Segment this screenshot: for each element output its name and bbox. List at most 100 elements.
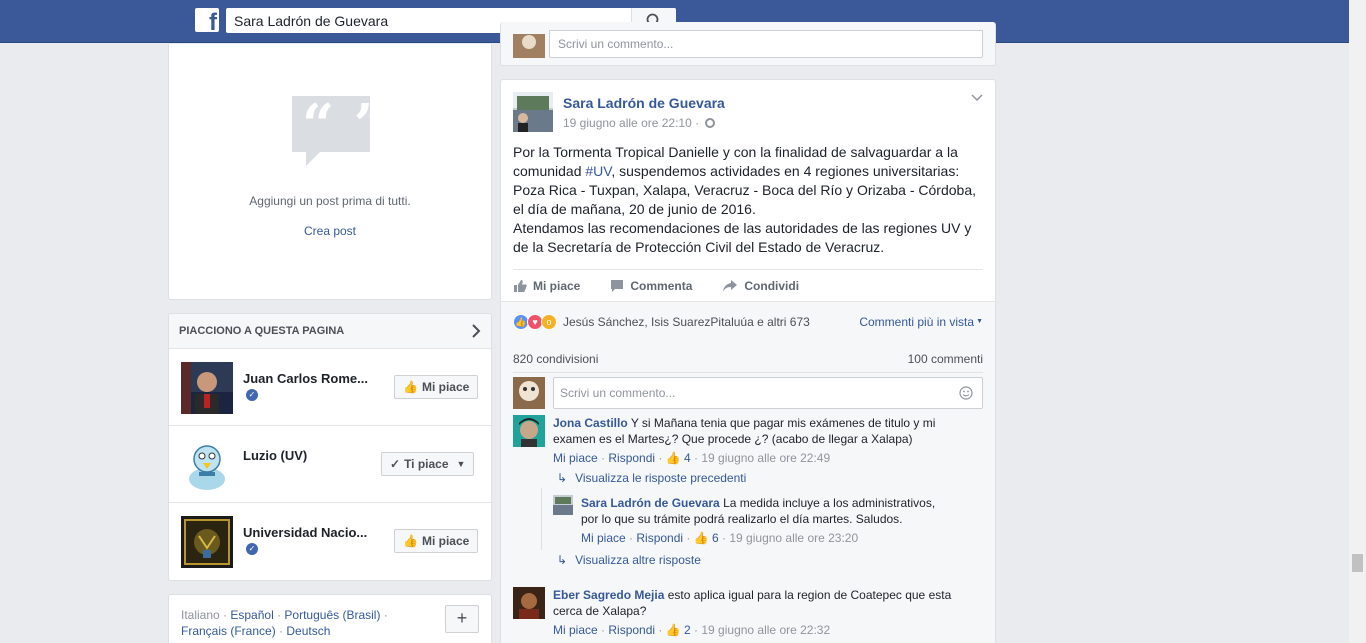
comment-likes-count[interactable]: 👍 6 — [694, 531, 719, 545]
share-label: Condividi — [744, 278, 800, 293]
globe-icon — [705, 118, 716, 128]
svg-text:“ ”: “ ” — [302, 96, 370, 158]
comment-reply-link[interactable]: Rispondi — [636, 531, 683, 545]
liked-page-row: Juan Carlos Rome... ✓ 👍 Mi piace — [169, 349, 491, 426]
post-meta: 19 giugno alle ore 22:10 · — [563, 116, 716, 130]
thumbs-up-icon: 👍 — [403, 534, 418, 548]
hashtag-link[interactable]: #UV — [585, 163, 611, 179]
like-label: Mi piace — [533, 278, 581, 293]
comment-time[interactable]: 19 giugno alle ore 23:20 — [729, 531, 858, 545]
create-post-card: “ ” Aggiungi un post prima di tutti. Cre… — [168, 44, 492, 300]
shares-count[interactable]: 820 condivisioni — [513, 352, 598, 366]
liked-pages-title: PIACCIONO A QUESTA PAGINA — [179, 325, 345, 337]
wow-reaction-icon: o — [541, 314, 557, 330]
comment-sort-dropdown[interactable]: Commenti più in vista ▼ — [859, 315, 983, 329]
comment-author[interactable]: Jona Castillo — [553, 416, 628, 430]
language-link[interactable]: Español — [230, 608, 273, 622]
reactions-summary[interactable]: 👍 ♥ o Jesús Sánchez, Isis SuarezPitaluúa… — [513, 314, 810, 330]
comment-actions: Mi piace · Rispondi · 👍 4 · 19 giugno al… — [553, 451, 831, 465]
view-more-replies-label: Visualizza altre risposte — [575, 553, 701, 567]
more-languages-button[interactable]: + — [445, 605, 479, 633]
my-avatar — [513, 34, 545, 58]
post-options-chevron-icon[interactable] — [971, 94, 983, 102]
comment-like-link[interactable]: Mi piace — [553, 623, 598, 637]
check-icon: ✓ — [390, 457, 401, 471]
page-name[interactable]: Luzio (UV) — [243, 448, 378, 463]
language-link[interactable]: Deutsch — [286, 624, 330, 638]
liked-page-button[interactable]: ✓ Ti piace ▼ — [381, 452, 475, 476]
my-avatar — [513, 377, 545, 409]
share-button[interactable]: Condividi — [722, 279, 799, 293]
like-page-button[interactable]: 👍 Mi piace — [394, 375, 479, 399]
comment-reply-link[interactable]: Rispondi — [608, 623, 655, 637]
view-previous-replies-label: Visualizza le risposte precedenti — [575, 471, 747, 485]
comments-count[interactable]: 100 commenti — [908, 352, 983, 366]
thumbs-up-icon: 👍 — [403, 380, 418, 394]
like-page-button[interactable]: 👍 Mi piace — [394, 529, 479, 553]
emoji-icon[interactable] — [959, 386, 973, 400]
quote-icon: “ ” — [292, 96, 370, 166]
divider — [513, 372, 983, 373]
current-language: Italiano — [181, 608, 220, 622]
liked-pages-header[interactable]: PIACCIONO A QUESTA PAGINA — [169, 314, 491, 349]
commenter-avatar[interactable] — [553, 495, 573, 515]
page-avatar[interactable] — [181, 362, 233, 414]
liked-page-row: Universidad Nacio... ✓ 👍 Mi piace — [169, 503, 491, 580]
language-link[interactable]: Português (Brasil) — [284, 608, 380, 622]
comment-icon — [611, 279, 624, 292]
comment-body: Jona Castillo Y si Mañana tenia que paga… — [553, 415, 953, 447]
language-selector-card: Italiano · Español · Português (Brasil) … — [168, 594, 492, 643]
page-name[interactable]: Juan Carlos Rome... — [243, 371, 378, 386]
comment-author[interactable]: Eber Sagredo Mejia — [553, 588, 664, 602]
post-actions: Mi piace Commenta Condividi — [513, 269, 983, 301]
language-link[interactable]: Français (France) — [181, 624, 276, 638]
scrollbar-thumb[interactable] — [1352, 554, 1363, 572]
comment-body: Sara Ladrón de Guevara La medida incluye… — [581, 495, 951, 527]
post-author-name[interactable]: Sara Ladrón de Guevara — [563, 95, 725, 111]
verified-badge-icon: ✓ — [246, 543, 258, 555]
comment-likes-count[interactable]: 👍 2 — [666, 623, 691, 637]
like-page-label: Mi piace — [421, 534, 470, 548]
chevron-right-icon[interactable] — [471, 324, 481, 338]
commenter-avatar[interactable] — [513, 415, 545, 447]
facebook-logo-icon[interactable]: f — [195, 8, 219, 32]
view-more-replies-link[interactable]: ↳ Visualizza altre risposte — [557, 553, 701, 567]
comment-author[interactable]: Sara Ladrón de Guevara — [581, 496, 720, 510]
comment-placeholder: Scrivi un commento... — [560, 386, 676, 400]
view-previous-replies-link[interactable]: ↳ Visualizza le risposte precedenti — [557, 471, 746, 485]
like-page-label: Mi piace — [421, 380, 470, 394]
page-name[interactable]: Universidad Nacio... — [243, 525, 378, 540]
comment-time[interactable]: 19 giugno alle ore 22:32 — [701, 623, 830, 637]
page-avatar[interactable] — [181, 439, 233, 491]
comment-likes-count[interactable]: 👍 4 — [666, 451, 691, 465]
caret-down-icon: ▼ — [976, 318, 983, 325]
reply-arrow-icon: ↳ — [557, 471, 568, 485]
comment-reply-link[interactable]: Rispondi — [608, 451, 655, 465]
post-body: Por la Tormenta Tropical Danielle y con … — [513, 144, 977, 255]
comment-sort-label: Commenti più in vista — [859, 315, 975, 329]
liked-pages-card: PIACCIONO A QUESTA PAGINA Juan Carlos Ro… — [168, 313, 492, 581]
reply-arrow-icon: ↳ — [557, 553, 568, 567]
comment-like-link[interactable]: Mi piace — [581, 531, 626, 545]
create-post-link[interactable]: Crea post — [169, 224, 491, 238]
liked-page-row: Luzio (UV) ✓ Ti piace ▼ — [169, 426, 491, 503]
post-author-avatar[interactable] — [513, 92, 553, 132]
reactions-names[interactable]: Jesús Sánchez, Isis SuarezPitaluúa e alt… — [563, 315, 810, 329]
comment-button[interactable]: Commenta — [610, 279, 692, 293]
comment-input[interactable]: Scrivi un commento... — [549, 30, 983, 58]
comment-like-link[interactable]: Mi piace — [553, 451, 598, 465]
like-button[interactable]: Mi piace — [513, 279, 580, 293]
comment-actions: Mi piace · Rispondi · 👍 2 · 19 giugno al… — [553, 623, 831, 637]
add-post-prompt: Aggiungi un post prima di tutti. — [249, 194, 411, 208]
language-list: Italiano · Español · Português (Brasil) … — [181, 608, 388, 638]
commenter-avatar[interactable] — [513, 587, 545, 619]
post-timestamp[interactable]: 19 giugno alle ore 22:10 · — [563, 116, 699, 130]
verified-badge-icon: ✓ — [246, 389, 258, 401]
page-scrollbar[interactable] — [1349, 0, 1366, 643]
comment-time[interactable]: 19 giugno alle ore 22:49 — [701, 451, 830, 465]
comment-actions: Mi piace · Rispondi · 👍 6 · 19 giugno al… — [581, 531, 859, 545]
page-avatar[interactable] — [181, 516, 233, 568]
comment-input[interactable]: Scrivi un commento... — [553, 377, 983, 409]
facebook-logo-letter: f — [209, 9, 217, 33]
reply-thread-line — [541, 488, 542, 550]
